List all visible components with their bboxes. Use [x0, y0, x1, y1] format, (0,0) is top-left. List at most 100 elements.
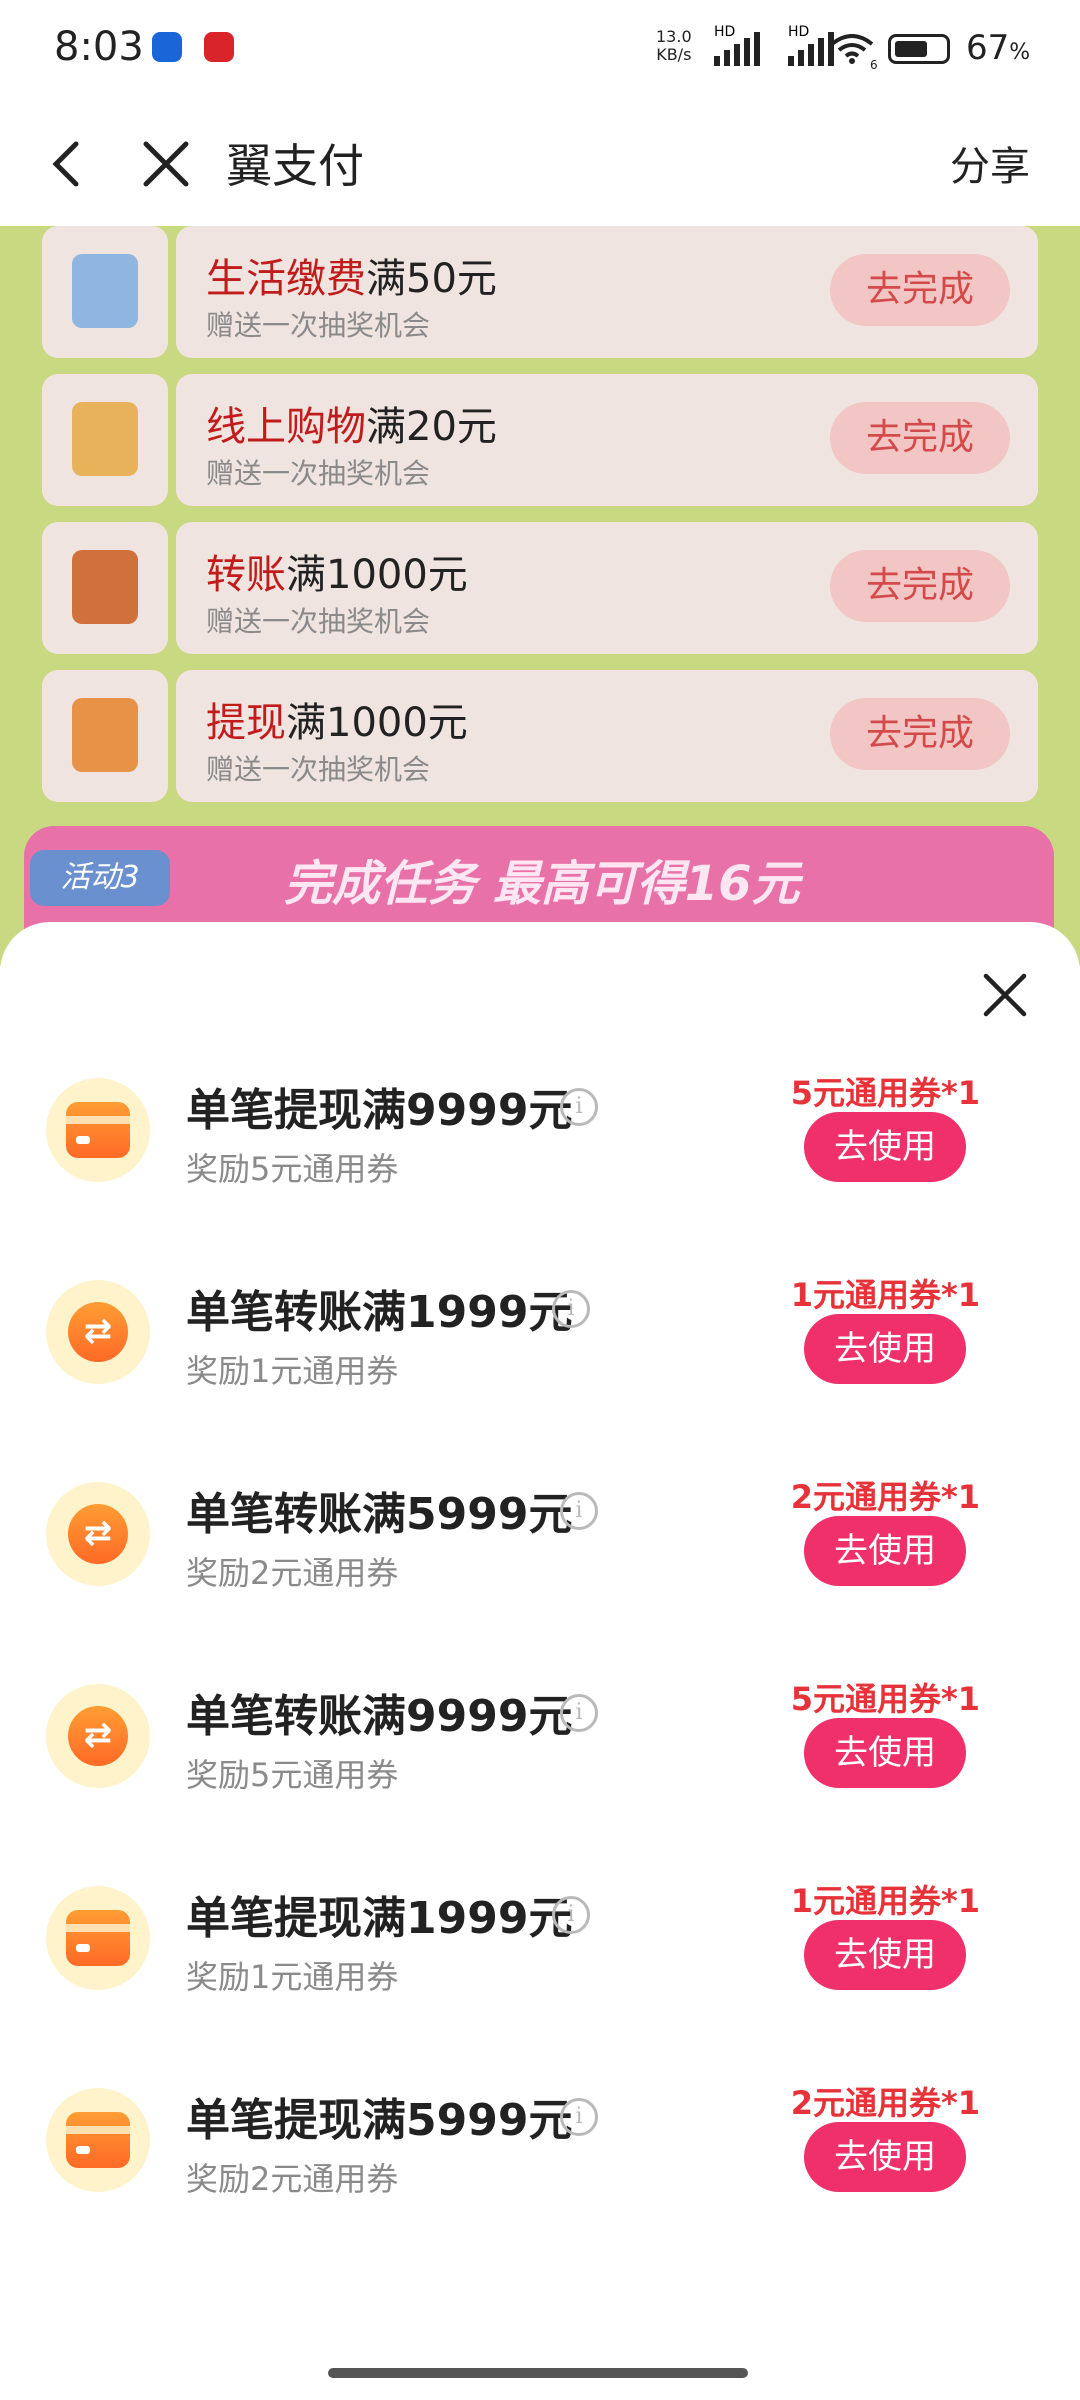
reward-item: ⇄ 单笔转账满5999元 i 奖励2元通用券 2元通用券*1 去使用 [0, 1464, 1080, 1604]
task-title-rest: 满50元 [366, 256, 497, 302]
withdraw-icon [72, 698, 138, 772]
info-icon[interactable]: i [560, 2098, 598, 2136]
reward-item-title: 单笔提现满9999元 [186, 1085, 573, 1136]
task-title: 生活缴费满50元 [206, 246, 497, 304]
task-card-body: 提现满1000元 赠送一次抽奖机会 去完成 [176, 670, 1038, 802]
hd-label: HD [788, 24, 810, 40]
reward-amount: 1元通用券*1 [790, 1276, 980, 1314]
banner-text: 完成任务 最高可得16元 [284, 856, 800, 912]
task-card-online-shopping: 线上购物满20元 赠送一次抽奖机会 去完成 [42, 374, 1038, 506]
task-card-body: 线上购物满20元 赠送一次抽奖机会 去完成 [176, 374, 1038, 506]
wifi-icon [830, 34, 874, 64]
reward-amount: 2元通用券*1 [790, 2084, 980, 2122]
reward-item: 单笔提现满5999元 i 奖励2元通用券 2元通用券*1 去使用 [0, 2070, 1080, 2210]
reward-item-title: 单笔转账满5999元 [186, 1489, 573, 1540]
hd-label: HD [714, 24, 736, 40]
network-speed-value: 13.0 [656, 27, 692, 46]
reward-item-title: 单笔提现满5999元 [186, 2095, 573, 2146]
page-title: 翼支付 [226, 139, 364, 193]
task-icon-box [42, 522, 168, 654]
task-title: 提现满1000元 [206, 700, 468, 746]
reward-item: ⇄ 单笔转账满1999元 i 奖励1元通用券 1元通用券*1 去使用 [0, 1262, 1080, 1402]
info-icon[interactable]: i [552, 1896, 590, 1934]
reward-item: ⇄ 单笔转账满9999元 i 奖励5元通用券 5元通用券*1 去使用 [0, 1666, 1080, 1806]
signal-group: HD HD [714, 24, 834, 66]
task-subtitle: 赠送一次抽奖机会 [206, 309, 431, 342]
network-speed: 13.0 KB/s [656, 28, 692, 64]
reward-item: 单笔提现满1999元 i 奖励1元通用券 1元通用券*1 去使用 [0, 1868, 1080, 2008]
task-card-body: 生活缴费满50元 赠送一次抽奖机会 去完成 [176, 226, 1038, 358]
reward-item-title: 单笔转账满1999元 [186, 1287, 573, 1338]
use-button[interactable]: 去使用 [804, 1314, 966, 1384]
task-title-rest: 满20元 [366, 404, 497, 450]
info-icon[interactable]: i [552, 1290, 590, 1328]
task-title: 线上购物满20元 [206, 394, 497, 452]
info-icon[interactable]: i [560, 1694, 598, 1732]
reward-amount: 5元通用券*1 [790, 1680, 980, 1718]
task-card-transfer: 转账满1000元 赠送一次抽奖机会 去完成 [42, 522, 1038, 654]
task-title: 转账满1000元 [206, 552, 468, 598]
use-button[interactable]: 去使用 [804, 1112, 966, 1182]
transfer-icon: ⇄ [68, 1706, 128, 1766]
icon-circle: ⇄ [46, 1280, 150, 1384]
icon-circle [46, 2088, 150, 2192]
icon-circle [46, 1886, 150, 1990]
task-title-highlight: 生活缴费 [206, 256, 366, 302]
transfer-icon: ⇄ [68, 1504, 128, 1564]
battery-unit: % [1009, 40, 1031, 65]
shopping-bag-icon [72, 402, 138, 476]
wallet-icon [72, 550, 138, 624]
info-icon[interactable]: i [560, 1492, 598, 1530]
reward-item-subtitle: 奖励5元通用券 [186, 1756, 399, 1794]
bank-notification-icon [204, 32, 234, 62]
task-complete-button[interactable]: 去完成 [830, 550, 1010, 622]
info-icon[interactable]: i [560, 1088, 598, 1126]
share-button[interactable]: 分享 [950, 134, 1030, 192]
battery-value: 67 [966, 28, 1010, 68]
reward-item: 单笔提现满9999元 i 奖励5元通用券 5元通用券*1 去使用 [0, 1060, 1080, 1200]
close-icon[interactable] [138, 132, 194, 192]
close-icon[interactable] [982, 972, 1028, 1018]
transfer-arrows-glyph: ⇄ [83, 1513, 113, 1553]
task-complete-button[interactable]: 去完成 [830, 698, 1010, 770]
card-icon [66, 1910, 130, 1966]
card-icon [66, 1102, 130, 1158]
card-icon [66, 2112, 130, 2168]
task-icon-box [42, 226, 168, 358]
use-button[interactable]: 去使用 [804, 1920, 966, 1990]
task-subtitle: 赠送一次抽奖机会 [206, 753, 431, 786]
use-button[interactable]: 去使用 [804, 2122, 966, 2192]
task-card-life-payment: 生活缴费满50元 赠送一次抽奖机会 去完成 [42, 226, 1038, 358]
app-notification-icon [152, 32, 182, 62]
use-button[interactable]: 去使用 [804, 1718, 966, 1788]
task-complete-button[interactable]: 去完成 [830, 254, 1010, 326]
task-icon-box [42, 670, 168, 802]
reward-item-subtitle: 奖励1元通用券 [186, 1352, 399, 1390]
background-page: 生活缴费满50元 赠送一次抽奖机会 去完成 线上购物满20元 赠送一次抽奖机会 … [0, 226, 1080, 966]
status-time: 8:03 [54, 24, 144, 70]
reward-item-subtitle: 奖励2元通用券 [186, 2160, 399, 2198]
reward-item-subtitle: 奖励1元通用券 [186, 1958, 399, 1996]
task-complete-button[interactable]: 去完成 [830, 402, 1010, 474]
reward-amount: 1元通用券*1 [790, 1882, 980, 1920]
transfer-arrows-glyph: ⇄ [83, 1715, 113, 1755]
use-button[interactable]: 去使用 [804, 1516, 966, 1586]
reward-item-title: 单笔提现满1999元 [186, 1893, 573, 1944]
task-subtitle: 赠送一次抽奖机会 [206, 457, 431, 490]
network-speed-unit: KB/s [656, 45, 692, 64]
home-indicator[interactable] [328, 2368, 748, 2378]
reward-amount: 2元通用券*1 [790, 1478, 980, 1516]
back-icon[interactable] [42, 134, 92, 194]
icon-circle [46, 1078, 150, 1182]
reward-bottom-sheet: 单笔提现满9999元 i 奖励5元通用券 5元通用券*1 去使用 ⇄ 单笔转账满… [0, 922, 1080, 2400]
task-card-withdraw: 提现满1000元 赠送一次抽奖机会 去完成 [42, 670, 1038, 802]
reward-amount: 5元通用券*1 [790, 1074, 980, 1112]
reward-item-subtitle: 奖励2元通用券 [186, 1554, 399, 1592]
bill-icon [72, 254, 138, 328]
nav-bar: 翼支付 分享 [0, 100, 1080, 226]
battery-icon [888, 34, 950, 64]
reward-item-title: 单笔转账满9999元 [186, 1691, 573, 1742]
battery-percentage: 67% [966, 28, 1030, 68]
reward-item-subtitle: 奖励5元通用券 [186, 1150, 399, 1188]
transfer-icon: ⇄ [68, 1302, 128, 1362]
